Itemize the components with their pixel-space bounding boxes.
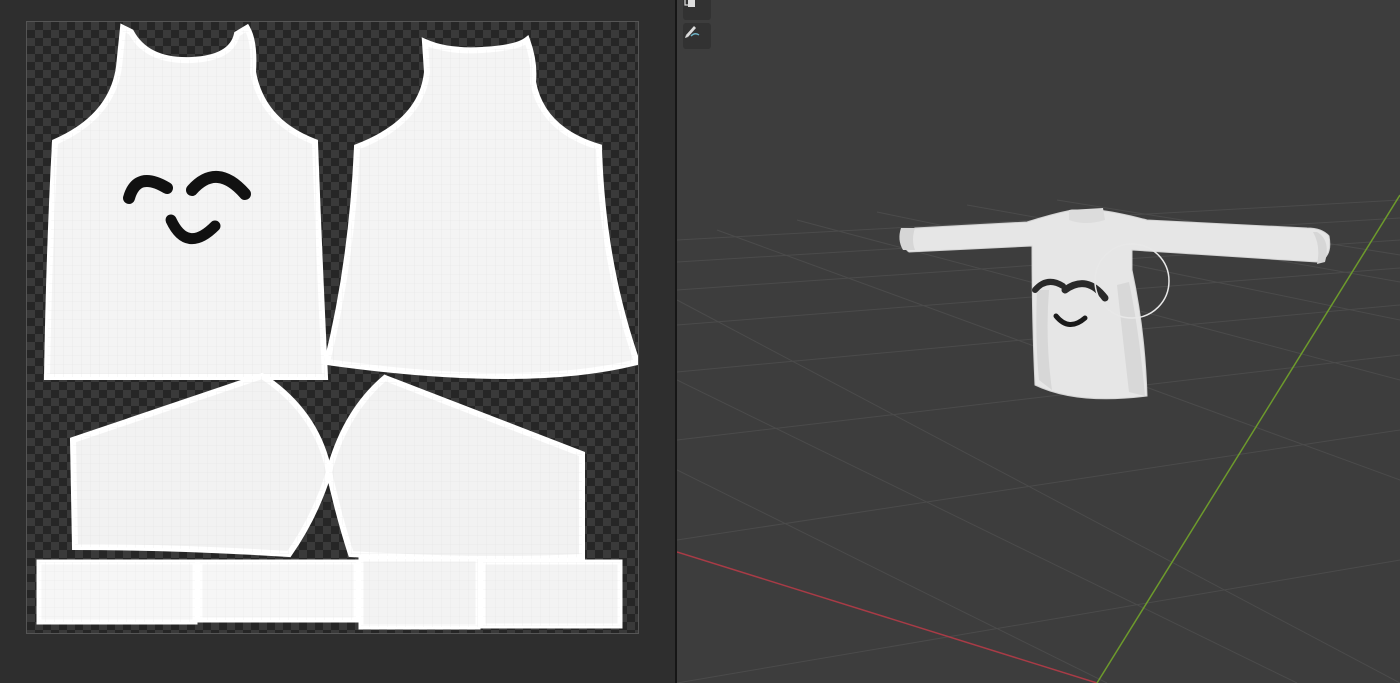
uv-island-back-body — [323, 35, 638, 379]
uv-island-cuffs — [36, 556, 623, 630]
shirt-mesh — [899, 208, 1331, 400]
x-axis-line — [677, 551, 1098, 683]
uv-layout — [36, 23, 638, 630]
uv-editor-panel[interactable] — [0, 0, 675, 683]
uv-island-front-body — [43, 23, 329, 380]
draw-tool-button[interactable] — [683, 23, 711, 49]
uv-island-left-sleeve — [69, 372, 333, 558]
brush-icon — [685, 26, 700, 38]
uv-texture-canvas[interactable] — [26, 21, 639, 634]
uv-island-right-sleeve — [325, 374, 585, 562]
copy-icon — [684, 0, 695, 7]
y-axis-line — [1096, 194, 1400, 683]
viewport-scene — [677, 194, 1400, 683]
copy-tool-button[interactable] — [683, 0, 711, 20]
3d-viewport[interactable] — [677, 0, 1400, 683]
